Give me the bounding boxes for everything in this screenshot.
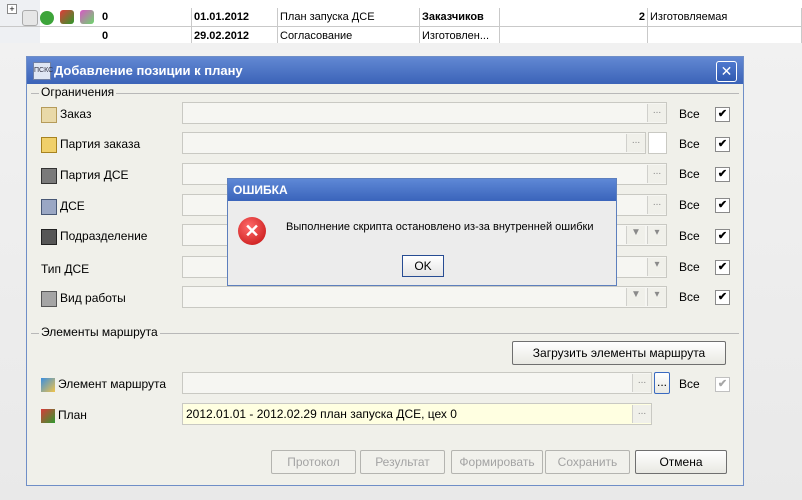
order-all-label: Все (679, 107, 700, 121)
order-field[interactable]: ... (182, 102, 667, 124)
work-type-all-label: Все (679, 290, 700, 304)
order-batch-browse-button[interactable]: ... (626, 134, 645, 152)
plan-label: План (58, 408, 87, 422)
route-element-browse-button[interactable]: ... (632, 374, 651, 392)
order-browse-button[interactable]: ... (647, 104, 666, 122)
work-type-filter-icon[interactable]: ▼ (626, 288, 645, 306)
error-icon: ✕ (238, 217, 266, 245)
department-filter-icon[interactable]: ▼ (626, 226, 645, 244)
status-ok-icon (40, 11, 54, 25)
grid-cell: Изготовляемая (648, 8, 802, 26)
work-type-label: Вид работы (60, 291, 126, 305)
route-element-select-button[interactable]: ... (654, 372, 670, 394)
dse-batch-label: Партия ДСЕ (60, 168, 129, 182)
save-button[interactable]: Сохранить (545, 450, 630, 474)
dse-label: ДСЕ (60, 199, 85, 213)
error-dialog-title[interactable]: ОШИБКА (228, 179, 616, 201)
department-row-label: Подразделение (41, 228, 148, 245)
work-type-icon (41, 290, 57, 307)
route-element-all-checkbox[interactable]: ✔ (715, 377, 730, 392)
grid-cell: 2 (500, 8, 648, 26)
order-row-label: Заказ (41, 106, 92, 123)
dse-batch-row-label: Партия ДСЕ (41, 167, 129, 184)
plan-icon (60, 10, 74, 24)
order-batch-row-label: Партия заказа (41, 136, 141, 153)
route-element-icon (41, 377, 55, 392)
work-type-field[interactable]: ▼ ▾ (182, 286, 667, 308)
plan-field[interactable]: 2012.01.01 - 2012.02.29 план запуска ДСЕ… (182, 403, 652, 425)
plan-icon (41, 408, 55, 423)
dse-type-all-checkbox[interactable]: ✔ (715, 260, 730, 275)
dse-batch-browse-button[interactable]: ... (647, 165, 666, 183)
route-element-label: Элемент маршрута (58, 377, 167, 391)
restrictions-group-label: Ограничения (39, 85, 117, 99)
route-element-all-label: Все (679, 377, 700, 391)
load-route-elements-button[interactable]: Загрузить элементы маршрута (512, 341, 726, 365)
order-all-checkbox[interactable]: ✔ (715, 107, 730, 122)
work-type-all-checkbox[interactable]: ✔ (715, 290, 730, 305)
dse-type-all-label: Все (679, 260, 700, 274)
dse-type-row-label: Тип ДСЕ (41, 261, 89, 277)
work-type-dropdown-button[interactable]: ▾ (647, 288, 666, 306)
dse-icon (41, 198, 57, 215)
order-batch-all-label: Все (679, 137, 700, 151)
dse-all-label: Все (679, 198, 700, 212)
order-batch-field[interactable]: ... (182, 132, 646, 154)
order-icon (41, 106, 57, 123)
grid-cell: План запуска ДСЕ (278, 8, 420, 26)
plan-row-label: План (41, 407, 87, 423)
dialog-titlebar[interactable]: ПСКС Добавление позиции к плану ✕ (27, 57, 743, 84)
table-row[interactable]: 0 01.01.2012 План запуска ДСЕ Заказчиков… (0, 8, 802, 27)
dse-batch-all-label: Все (679, 167, 700, 181)
department-all-label: Все (679, 229, 700, 243)
error-message: Выполнение скрипта остановлено из-за вну… (286, 221, 594, 233)
dse-row-label: ДСЕ (41, 198, 85, 215)
edit-icon (80, 10, 94, 24)
order-batch-label: Партия заказа (60, 137, 141, 151)
grid-cell: 01.01.2012 (192, 8, 278, 26)
protocol-button[interactable]: Протокол (271, 450, 356, 474)
dse-type-dropdown-icon[interactable]: ▾ (647, 258, 666, 276)
work-type-row-label: Вид работы (41, 290, 126, 307)
result-button[interactable]: Результат (360, 450, 445, 474)
department-dropdown-button[interactable]: ▾ (647, 226, 666, 244)
expand-plus-icon[interactable] (22, 10, 38, 26)
dse-type-label: Тип ДСЕ (41, 262, 90, 276)
plan-value: 2012.01.01 - 2012.02.29 план запуска ДСЕ… (186, 407, 457, 421)
department-label: Подразделение (60, 229, 148, 243)
route-element-row-label: Элемент маршрута (41, 376, 166, 392)
close-button[interactable]: ✕ (716, 61, 737, 82)
grid-cell: 0 (100, 8, 192, 26)
department-all-checkbox[interactable]: ✔ (715, 229, 730, 244)
error-dialog: ОШИБКА ✕ Выполнение скрипта остановлено … (227, 178, 617, 286)
ok-button[interactable]: OK (402, 255, 444, 277)
app-icon: ПСКС (33, 62, 53, 80)
order-label: Заказ (60, 107, 92, 121)
grid-cell: Заказчиков (420, 8, 500, 26)
order-batch-all-checkbox[interactable]: ✔ (715, 137, 730, 152)
order-batch-clear-button[interactable] (648, 132, 667, 154)
plan-browse-button[interactable]: ... (632, 405, 651, 423)
dialog-title: Добавление позиции к плану (54, 63, 243, 78)
dse-browse-button[interactable]: ... (647, 196, 666, 214)
order-batch-icon (41, 136, 57, 153)
dse-all-checkbox[interactable]: ✔ (715, 198, 730, 213)
dse-batch-icon (41, 167, 57, 184)
route-element-field[interactable]: ... (182, 372, 652, 394)
dse-batch-all-checkbox[interactable]: ✔ (715, 167, 730, 182)
route-elements-group-label: Элементы маршрута (39, 325, 160, 339)
form-button[interactable]: Формировать (451, 450, 543, 474)
cancel-button[interactable]: Отмена (635, 450, 727, 474)
department-icon (41, 228, 57, 245)
